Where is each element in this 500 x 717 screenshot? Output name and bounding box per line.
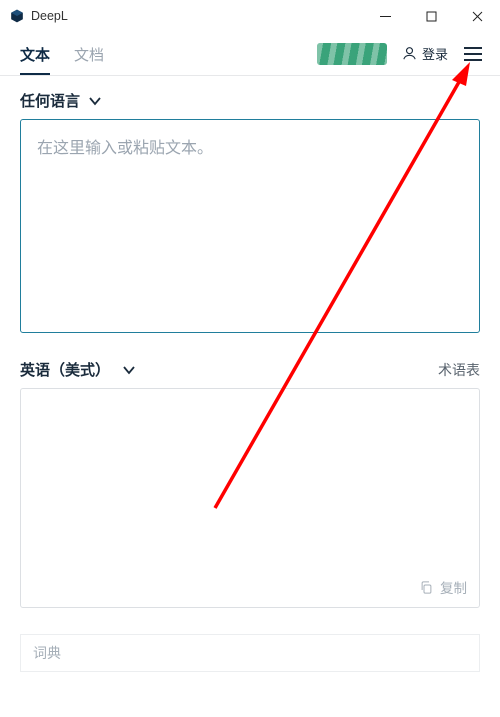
copy-button[interactable]: 复制 xyxy=(419,577,467,597)
login-button[interactable]: 登录 xyxy=(401,44,448,63)
window-titlebar: DeepL xyxy=(0,0,500,32)
copy-label: 复制 xyxy=(440,577,467,597)
glossary-button[interactable]: 术语表 xyxy=(438,360,480,380)
source-language-label: 任何语言 xyxy=(20,90,80,111)
source-language-selector[interactable]: 任何语言 xyxy=(20,90,102,111)
window-controls xyxy=(362,0,500,32)
hamburger-icon xyxy=(462,43,484,65)
app-logo-icon xyxy=(10,9,24,23)
dictionary-placeholder: 词典 xyxy=(33,643,61,663)
tab-document[interactable]: 文档 xyxy=(74,44,104,75)
close-button[interactable] xyxy=(454,0,500,32)
menu-button[interactable] xyxy=(462,43,484,65)
target-language-label: 英语（美式） xyxy=(20,359,110,380)
minimize-button[interactable] xyxy=(362,0,408,32)
target-language-row: 英语（美式） 术语表 xyxy=(0,341,500,388)
user-icon xyxy=(401,45,418,62)
tab-text[interactable]: 文本 xyxy=(20,44,50,75)
window-title: DeepL xyxy=(31,9,362,23)
source-text-input[interactable] xyxy=(21,120,479,332)
chevron-down-icon xyxy=(88,94,102,108)
mode-tabs: 文本 文档 xyxy=(20,32,104,75)
chevron-down-icon xyxy=(122,363,136,377)
login-label: 登录 xyxy=(422,44,448,63)
source-language-row: 任何语言 xyxy=(0,76,500,119)
maximize-button[interactable] xyxy=(408,0,454,32)
target-text-box: 复制 xyxy=(20,388,480,608)
dictionary-input[interactable]: 词典 xyxy=(20,634,480,672)
promo-badge[interactable] xyxy=(317,43,387,65)
copy-icon xyxy=(419,580,434,595)
target-language-selector[interactable]: 英语（美式） xyxy=(20,359,136,380)
main-toolbar: 文本 文档 登录 xyxy=(0,32,500,76)
source-text-box xyxy=(20,119,480,333)
